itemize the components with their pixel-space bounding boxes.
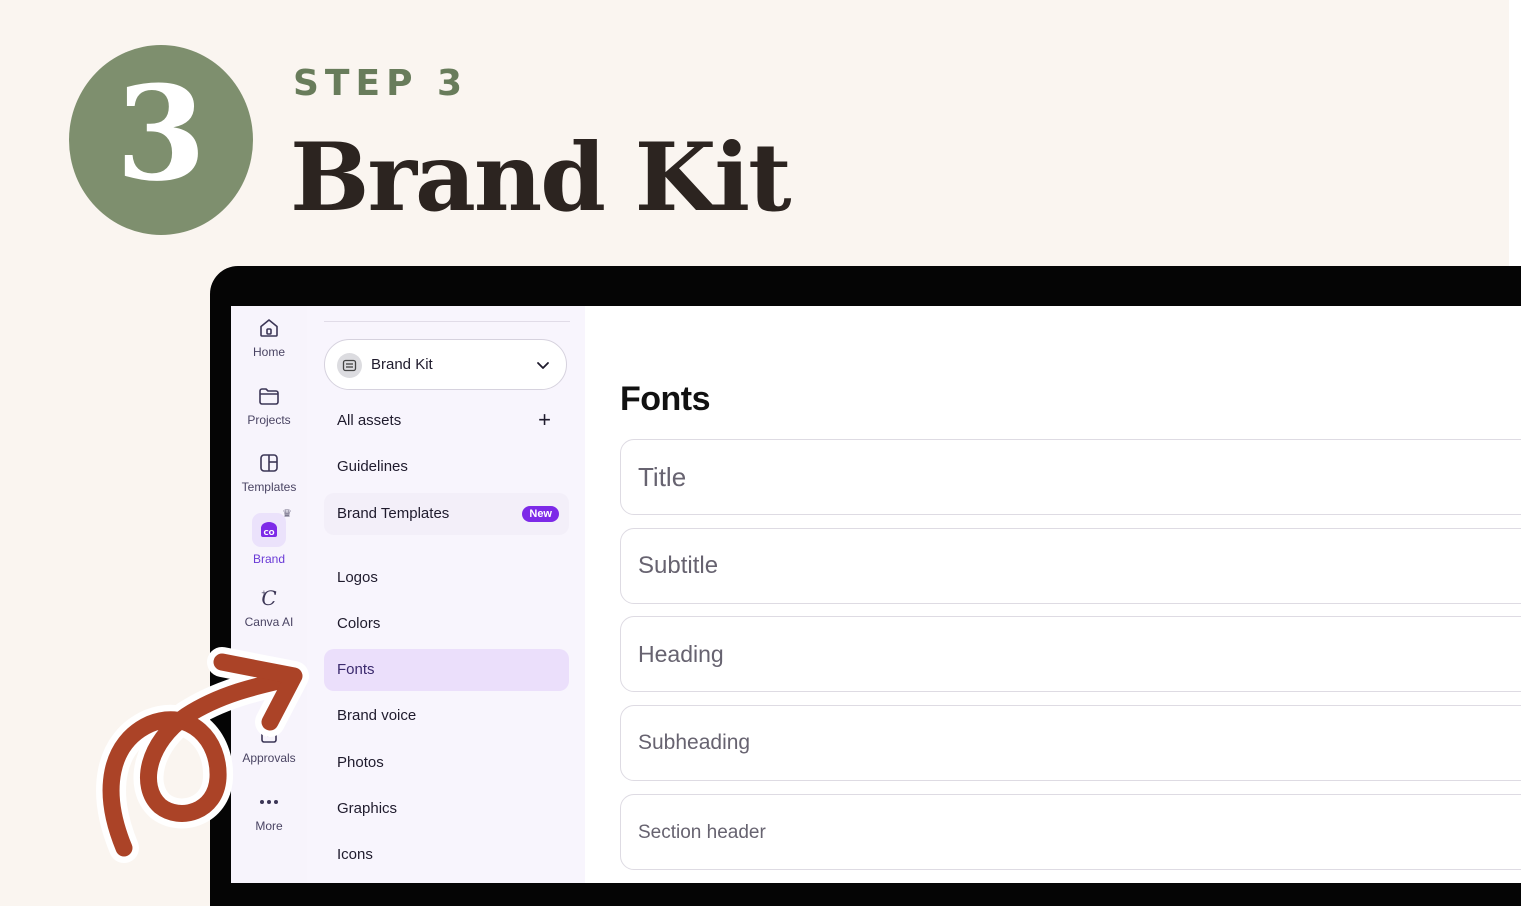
hand-drawn-arrow <box>96 647 309 863</box>
